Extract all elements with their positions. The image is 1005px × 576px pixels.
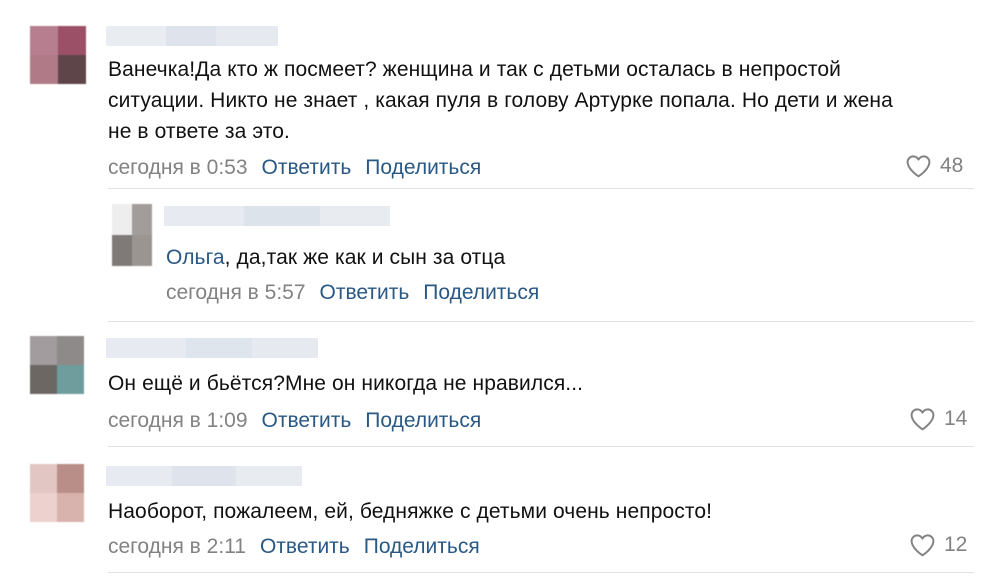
divider <box>108 188 974 189</box>
like-count: 14 <box>944 407 968 430</box>
heart-icon <box>906 155 931 178</box>
comment-time[interactable]: сегодня в 2:11 <box>108 535 246 558</box>
author-name[interactable] <box>106 466 302 486</box>
like-button[interactable]: 48 <box>905 153 963 179</box>
comment-meta: сегодня в 2:11 Ответить Поделиться <box>108 534 494 560</box>
comment-time[interactable]: сегодня в 0:53 <box>108 156 248 179</box>
share-button[interactable]: Поделиться <box>423 281 539 304</box>
heart-icon <box>910 408 935 431</box>
comment-meta: сегодня в 5:57 Ответить Поделиться <box>166 280 553 306</box>
avatar[interactable] <box>30 464 84 522</box>
author-name[interactable] <box>164 206 390 226</box>
comment-text: Наоборот, пожалеем, ей, бедняжке с детьм… <box>108 500 713 523</box>
avatar[interactable] <box>30 26 86 84</box>
comment-time[interactable]: сегодня в 1:09 <box>108 409 248 432</box>
mention-link[interactable]: Ольга <box>166 246 225 269</box>
share-button[interactable]: Поделиться <box>364 535 480 558</box>
reply-button[interactable]: Ответить <box>260 535 350 558</box>
author-name[interactable] <box>106 26 278 46</box>
reply-button[interactable]: Ответить <box>320 281 410 304</box>
reply-button[interactable]: Ответить <box>262 156 352 179</box>
divider <box>108 572 974 573</box>
divider <box>108 446 974 447</box>
heart-icon <box>910 534 935 557</box>
avatar[interactable] <box>112 204 152 266</box>
share-button[interactable]: Поделиться <box>365 409 481 432</box>
comment-time[interactable]: сегодня в 5:57 <box>166 281 306 304</box>
author-name[interactable] <box>106 338 318 358</box>
like-button[interactable]: 14 <box>909 406 967 432</box>
comment-text: Ольга, да,так же как и сын за отца <box>166 242 946 273</box>
comment-meta: сегодня в 0:53 Ответить Поделиться <box>108 155 495 181</box>
like-count: 48 <box>940 154 964 177</box>
comment-meta: сегодня в 1:09 Ответить Поделиться <box>108 408 495 434</box>
share-button[interactable]: Поделиться <box>365 156 481 179</box>
like-count: 12 <box>944 533 968 556</box>
avatar[interactable] <box>30 336 84 394</box>
comment-text: Он ещё и бьётся?Мне он никогда не нравил… <box>108 372 584 395</box>
reply-button[interactable]: Ответить <box>262 409 352 432</box>
reply-text: , да,так же как и сын за отца <box>224 246 506 269</box>
divider <box>108 321 974 322</box>
comment-text: Ванечка!Да кто ж посмеет? женщина и так … <box>108 58 893 143</box>
like-button[interactable]: 12 <box>909 532 967 558</box>
